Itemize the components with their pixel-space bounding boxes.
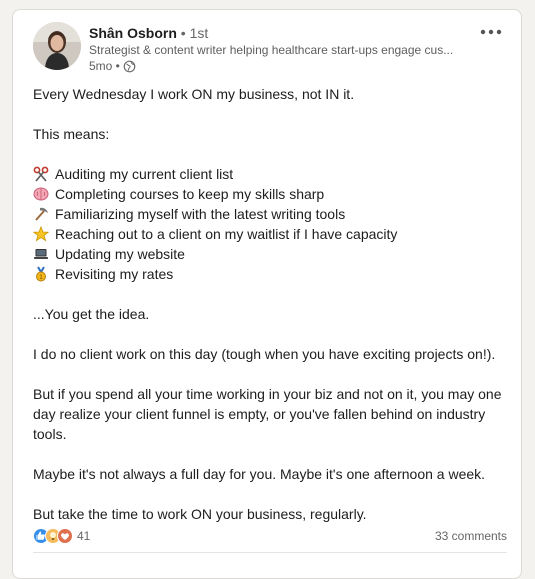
author-name[interactable]: Shân Osborn xyxy=(89,25,177,41)
list-item-text: Revisiting my rates xyxy=(55,266,174,282)
feed-post-card: Shân Osborn • 1st Strategist & content w… xyxy=(12,9,522,579)
post-body: Every Wednesday I work ON my business, n… xyxy=(32,84,511,544)
reactions-summary[interactable]: 41 xyxy=(33,528,90,544)
scissors-icon xyxy=(33,166,49,182)
pick-hammer-icon xyxy=(33,206,49,222)
post-time: 5mo • xyxy=(89,59,120,73)
list-item-text: Auditing my current client list xyxy=(55,166,234,182)
post-paragraph: Maybe it's not always a full day for you… xyxy=(33,466,486,482)
connection-degree: • 1st xyxy=(180,25,209,41)
post-paragraph: But if you spend all your time working i… xyxy=(33,386,502,442)
list-item-text: Updating my website xyxy=(55,246,185,262)
post-list: Auditing my current client list Completi… xyxy=(32,164,511,284)
list-item: Reaching out to a client on my waitlist … xyxy=(32,224,511,244)
medal-icon: 1 xyxy=(33,266,49,282)
list-item: Updating my website xyxy=(33,244,511,264)
author-headline: Strategist & content writer helping heal… xyxy=(89,43,454,57)
post-paragraph: But take the time to work ON your busine… xyxy=(33,506,367,522)
post-paragraph: I do no client work on this day (tough w… xyxy=(33,346,496,362)
author-name-row: Shân Osborn • 1st xyxy=(89,24,469,42)
post-paragraph: ...You get the idea. xyxy=(33,306,150,322)
list-item-text: Familiarizing myself with the latest wri… xyxy=(55,206,346,222)
post-header: Shân Osborn • 1st Strategist & content w… xyxy=(33,22,509,74)
laptop-icon xyxy=(33,246,49,262)
star-icon xyxy=(32,225,50,242)
love-icon xyxy=(57,528,73,544)
list-item-text: Reaching out to a client on my waitlist … xyxy=(55,226,398,242)
author-info: Shân Osborn • 1st Strategist & content w… xyxy=(89,24,469,74)
svg-text:1: 1 xyxy=(39,274,43,281)
social-counts: 41 33 comments xyxy=(33,526,507,553)
list-item: Completing courses to keep my skills sha… xyxy=(33,184,511,204)
list-item-text: Completing courses to keep my skills sha… xyxy=(55,186,325,202)
post-paragraph: This means: xyxy=(33,126,110,142)
globe-icon xyxy=(123,60,136,73)
list-item: Auditing my current client list xyxy=(33,164,511,184)
post-paragraph: Every Wednesday I work ON my business, n… xyxy=(33,86,355,102)
list-item: 1 Revisiting my rates xyxy=(33,264,511,284)
brain-icon xyxy=(33,186,49,202)
avatar[interactable] xyxy=(33,22,81,70)
list-item: Familiarizing myself with the latest wri… xyxy=(33,204,511,224)
reaction-count: 41 xyxy=(77,529,91,543)
more-options-icon[interactable] xyxy=(477,22,505,42)
post-meta: 5mo • xyxy=(89,58,469,74)
comments-count[interactable]: 33 comments xyxy=(435,529,507,543)
